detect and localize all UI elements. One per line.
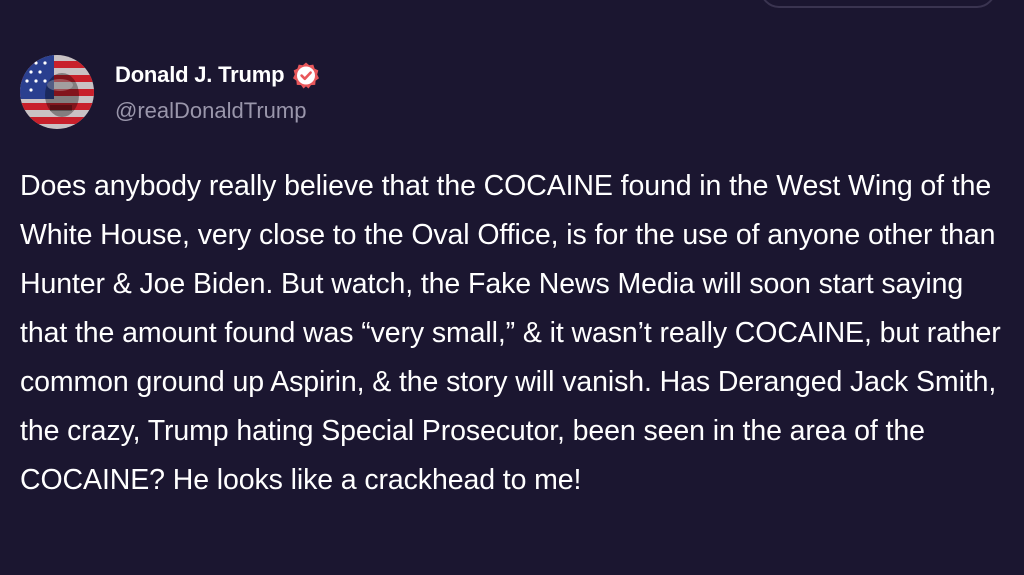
flag-portrait-avatar-icon xyxy=(20,55,94,129)
display-name[interactable]: Donald J. Trump xyxy=(115,62,285,88)
post-text: Does anybody really believe that the COC… xyxy=(20,170,1001,496)
top-search-pill[interactable] xyxy=(760,0,996,8)
handle[interactable]: @realDonaldTrump xyxy=(115,98,320,124)
name-row: Donald J. Trump xyxy=(115,60,320,90)
avatar[interactable] xyxy=(20,55,94,129)
author-identity: Donald J. Trump @realDonaldTrump xyxy=(115,60,320,124)
post-header: Donald J. Trump @realDonaldTrump xyxy=(20,55,320,129)
verified-badge-icon xyxy=(293,62,320,89)
